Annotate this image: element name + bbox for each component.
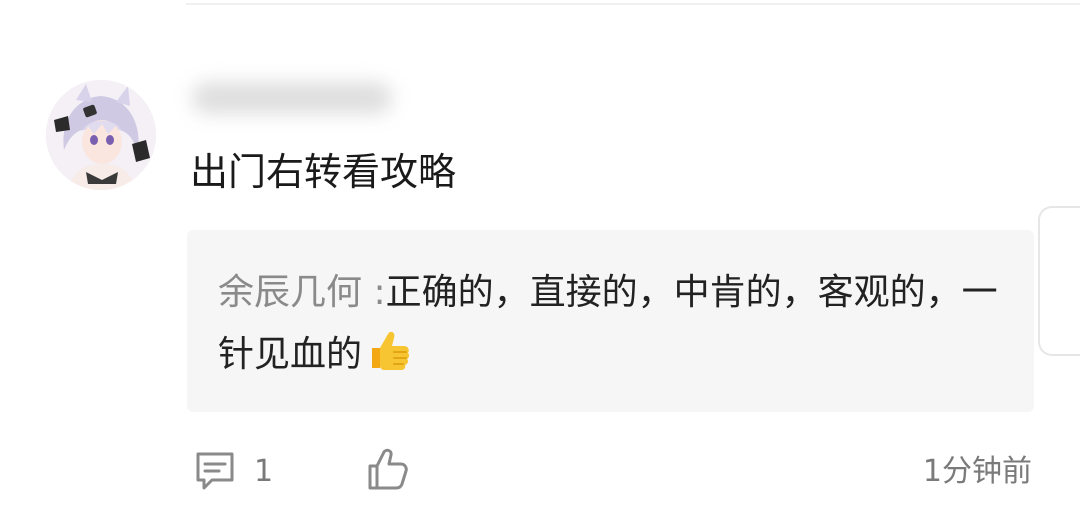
username-blurred[interactable] bbox=[178, 68, 408, 128]
user-avatar[interactable] bbox=[46, 80, 156, 190]
reply-content: 余辰几何 :正确的，直接的，中肯的，客观的，一针见血的 bbox=[218, 262, 1018, 394]
reply-separator: : bbox=[373, 272, 386, 313]
anime-avatar-icon bbox=[46, 80, 156, 190]
top-divider bbox=[186, 3, 1080, 5]
comment-text: 出门右转看攻略 bbox=[190, 150, 457, 194]
reply-author[interactable]: 余辰几何 bbox=[218, 272, 362, 313]
side-panel-tab[interactable] bbox=[1038, 206, 1080, 356]
comment-actions: 1 1分钟前 bbox=[0, 444, 1080, 500]
comment-card: 出门右转看攻略 余辰几何 :正确的，直接的，中肯的，客观的，一针见血的 1 1分… bbox=[0, 0, 1080, 524]
comment-timestamp: 1分钟前 bbox=[922, 454, 1032, 489]
thumbs-up-emoji-icon bbox=[364, 326, 412, 394]
reply-preview[interactable]: 余辰几何 :正确的，直接的，中肯的，客观的，一针见血的 bbox=[187, 230, 1034, 412]
comment-icon[interactable] bbox=[192, 448, 238, 494]
thumbs-up-icon[interactable] bbox=[364, 446, 410, 492]
username-blur-mask bbox=[192, 82, 392, 114]
reply-count[interactable]: 1 bbox=[254, 452, 273, 492]
